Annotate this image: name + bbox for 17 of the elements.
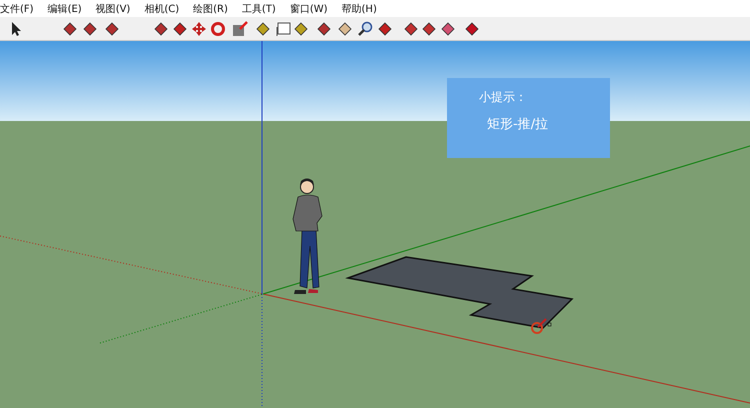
menu-item[interactable]: 相机(C)	[144, 3, 180, 17]
menu-item[interactable]: 窗口(W)	[290, 3, 328, 17]
rotate-icon[interactable]	[210, 21, 226, 37]
menu-item[interactable]: 文件(F)	[0, 3, 34, 17]
3d-viewport[interactable]	[0, 41, 750, 408]
hint-title: 小提示：	[479, 89, 527, 106]
menu-item[interactable]: 帮助(H)	[342, 3, 377, 17]
move-icon[interactable]	[191, 21, 207, 37]
pencil-cursor-icon	[531, 318, 552, 334]
menu-item[interactable]: 工具(T)	[242, 3, 276, 17]
hint-text: 矩形-推/拉	[487, 116, 548, 133]
box-icon[interactable]	[232, 21, 248, 37]
menu-item[interactable]: 编辑(E)	[48, 3, 82, 17]
menu-item[interactable]: 视图(V)	[96, 3, 130, 17]
zoom-icon[interactable]	[357, 21, 373, 37]
rectangle-face[interactable]	[345, 256, 574, 329]
menu-item[interactable]: 绘图(R)	[193, 3, 228, 17]
